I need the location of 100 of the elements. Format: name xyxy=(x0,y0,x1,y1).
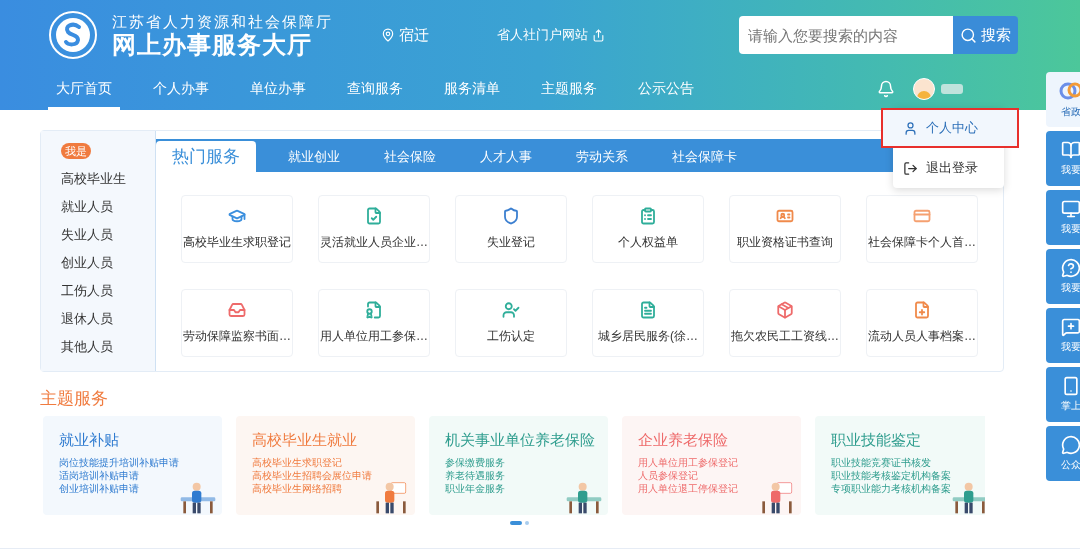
question-bubble-icon xyxy=(1061,258,1080,278)
service-card[interactable]: 劳动保障监察书面… xyxy=(181,289,293,357)
nav-tab[interactable]: 主题服务 xyxy=(533,70,605,110)
theme-card[interactable]: 机关事业单位养老保险 参保缴费服务 养老待遇服务 职业年金服务 xyxy=(429,416,608,515)
theme-card-link[interactable]: 专项职业能力考核机构备案 xyxy=(831,482,951,495)
swirl-logo-icon xyxy=(1059,80,1080,102)
service-card[interactable]: 拖欠农民工工资线… xyxy=(729,289,841,357)
theme-card-link[interactable]: 用人单位用工参保登记 xyxy=(638,456,738,469)
theme-card[interactable]: 高校毕业生就业 高校毕业生求职登记 高校毕业生招聘会展位申请 高校毕业生网络招聘 xyxy=(236,416,415,515)
service-label: 社会保障卡个人首… xyxy=(868,234,976,251)
service-label: 用人单位用工参保… xyxy=(320,328,428,345)
theme-card-link[interactable]: 养老待遇服务 xyxy=(445,469,505,482)
theme-card-link[interactable]: 职业年金服务 xyxy=(445,482,505,495)
search-button[interactable]: 搜索 xyxy=(953,16,1018,54)
theme-card-link[interactable]: 用人单位退工停保登记 xyxy=(638,482,738,495)
logo-icon xyxy=(48,10,98,60)
theme-card-title: 就业补贴 xyxy=(59,430,120,450)
service-tab[interactable]: 劳动关系 xyxy=(554,141,650,172)
nav-tab[interactable]: 个人办事 xyxy=(145,70,217,110)
theme-card[interactable]: 职业技能鉴定 职业技能竞赛证书核发 职业技能考核鉴定机构备案 专项职业能力考核机构备案 xyxy=(815,416,985,515)
dock-button[interactable]: 我要 xyxy=(1046,190,1080,245)
section-title: 主题服务 xyxy=(40,388,108,410)
service-card[interactable]: 用人单位用工参保… xyxy=(318,289,430,357)
search-icon xyxy=(960,26,977,44)
theme-card[interactable]: 企业养老保险 用人单位用工参保登记 人员参保登记 用人单位退工停保登记 xyxy=(622,416,801,515)
menu-item[interactable]: 个人中心 xyxy=(883,110,1017,146)
service-tab[interactable]: 社会保障卡 xyxy=(650,141,759,172)
theme-card-link[interactable]: 高校毕业生网络招聘 xyxy=(252,482,342,495)
identity-item[interactable]: 创业人员 xyxy=(61,255,155,271)
theme-card-title: 企业养老保险 xyxy=(638,430,729,450)
dock-label: 我要 xyxy=(1061,281,1080,295)
service-card[interactable]: 高校毕业生求职登记 xyxy=(181,195,293,263)
service-tab[interactable]: 就业创业 xyxy=(266,141,362,172)
avatar[interactable] xyxy=(913,78,935,100)
menu-item[interactable]: 退出登录 xyxy=(893,150,1004,186)
service-label: 灵活就业人员企业… xyxy=(320,234,428,251)
phone-icon xyxy=(1061,376,1080,396)
book-icon xyxy=(1061,140,1080,160)
dock-label: 我要 xyxy=(1061,340,1080,354)
service-label: 高校毕业生求职登记 xyxy=(183,234,291,251)
nav-tab[interactable]: 单位办事 xyxy=(242,70,314,110)
service-card[interactable]: 职业资格证书查询 xyxy=(729,195,841,263)
dock-button[interactable]: 省政 xyxy=(1046,72,1080,127)
chat-icon xyxy=(1061,435,1080,455)
nav-tab[interactable]: 查询服务 xyxy=(339,70,411,110)
dock-button[interactable]: 我要 xyxy=(1046,249,1080,304)
theme-card-link[interactable]: 高校毕业生招聘会展位申请 xyxy=(252,469,372,482)
theme-card-link[interactable]: 高校毕业生求职登记 xyxy=(252,456,342,469)
theme-card[interactable]: 就业补贴 岗位技能提升培训补贴申请 适岗培训补贴申请 创业培训补贴申请 xyxy=(43,416,222,515)
agency-name: 江苏省人力资源和社会保障厅 xyxy=(112,13,333,29)
dock-button[interactable]: 我要 xyxy=(1046,131,1080,186)
nav-tab[interactable]: 公示公告 xyxy=(630,70,702,110)
service-label: 劳动保障监察书面… xyxy=(183,328,291,345)
service-card[interactable]: 城乡居民服务(徐… xyxy=(592,289,704,357)
identity-item[interactable]: 其他人员 xyxy=(61,339,155,355)
identity-item[interactable]: 退休人员 xyxy=(61,311,155,327)
nav-tab[interactable]: 服务清单 xyxy=(436,70,508,110)
theme-card-link[interactable]: 参保缴费服务 xyxy=(445,456,505,469)
theme-card-link[interactable]: 适岗培训补贴申请 xyxy=(59,469,139,482)
dock-button[interactable]: 公众 xyxy=(1046,426,1080,481)
service-label: 城乡居民服务(徐… xyxy=(598,328,698,345)
theme-card-link[interactable]: 职业技能考核鉴定机构备案 xyxy=(831,469,951,482)
theme-card-link[interactable]: 职业技能竞赛证书核发 xyxy=(831,456,931,469)
dock-label: 省政 xyxy=(1061,105,1080,119)
service-card[interactable]: 流动人员人事档案… xyxy=(866,289,978,357)
notification-bell-icon[interactable] xyxy=(877,80,895,98)
dock-label: 我要 xyxy=(1061,222,1080,236)
redacted-name-drawing xyxy=(941,84,963,94)
service-tab[interactable]: 热门服务 xyxy=(156,141,256,172)
portal-link[interactable]: 省人社门户网站 xyxy=(497,25,588,45)
dock-label: 我要 xyxy=(1061,163,1080,177)
theme-card-link[interactable]: 人员参保登记 xyxy=(638,469,698,482)
theme-card-link[interactable]: 岗位技能提升培训补贴申请 xyxy=(59,456,179,469)
identity-item[interactable]: 工伤人员 xyxy=(61,283,155,299)
search-field[interactable]: 请输入您要搜索的内容 xyxy=(739,16,953,54)
dock-button[interactable]: 掌上 xyxy=(1046,367,1080,422)
nav-tab[interactable]: 大厅首页 xyxy=(48,70,120,110)
service-card[interactable]: 失业登记 xyxy=(455,195,567,263)
identity-item[interactable]: 失业人员 xyxy=(61,227,155,243)
dock-label: 掌上 xyxy=(1061,399,1080,413)
service-tab[interactable]: 社会保险 xyxy=(362,141,458,172)
theme-card-link[interactable]: 创业培训补贴申请 xyxy=(59,482,139,495)
location-link[interactable]: 宿迁 xyxy=(399,23,429,47)
logout-icon xyxy=(903,160,918,176)
monitor-icon xyxy=(1061,199,1080,219)
service-card[interactable]: 工伤认定 xyxy=(455,289,567,357)
user-icon xyxy=(903,120,918,136)
identity-item[interactable]: 就业人员 xyxy=(61,199,155,215)
service-label: 职业资格证书查询 xyxy=(737,234,833,251)
service-tab[interactable]: 人才人事 xyxy=(458,141,554,172)
theme-card-title: 高校毕业生就业 xyxy=(252,430,358,450)
service-label: 拖欠农民工工资线… xyxy=(731,328,839,345)
service-card[interactable]: 灵活就业人员企业… xyxy=(318,195,430,263)
identity-item[interactable]: 高校毕业生 xyxy=(61,171,155,187)
service-card[interactable]: 个人权益单 xyxy=(592,195,704,263)
dock-button[interactable]: 我要 xyxy=(1046,308,1080,363)
service-label: 个人权益单 xyxy=(618,234,678,251)
dock-label: 公众 xyxy=(1061,458,1080,472)
service-card[interactable]: 社会保障卡个人首… xyxy=(866,195,978,263)
service-label: 流动人员人事档案… xyxy=(868,328,976,345)
